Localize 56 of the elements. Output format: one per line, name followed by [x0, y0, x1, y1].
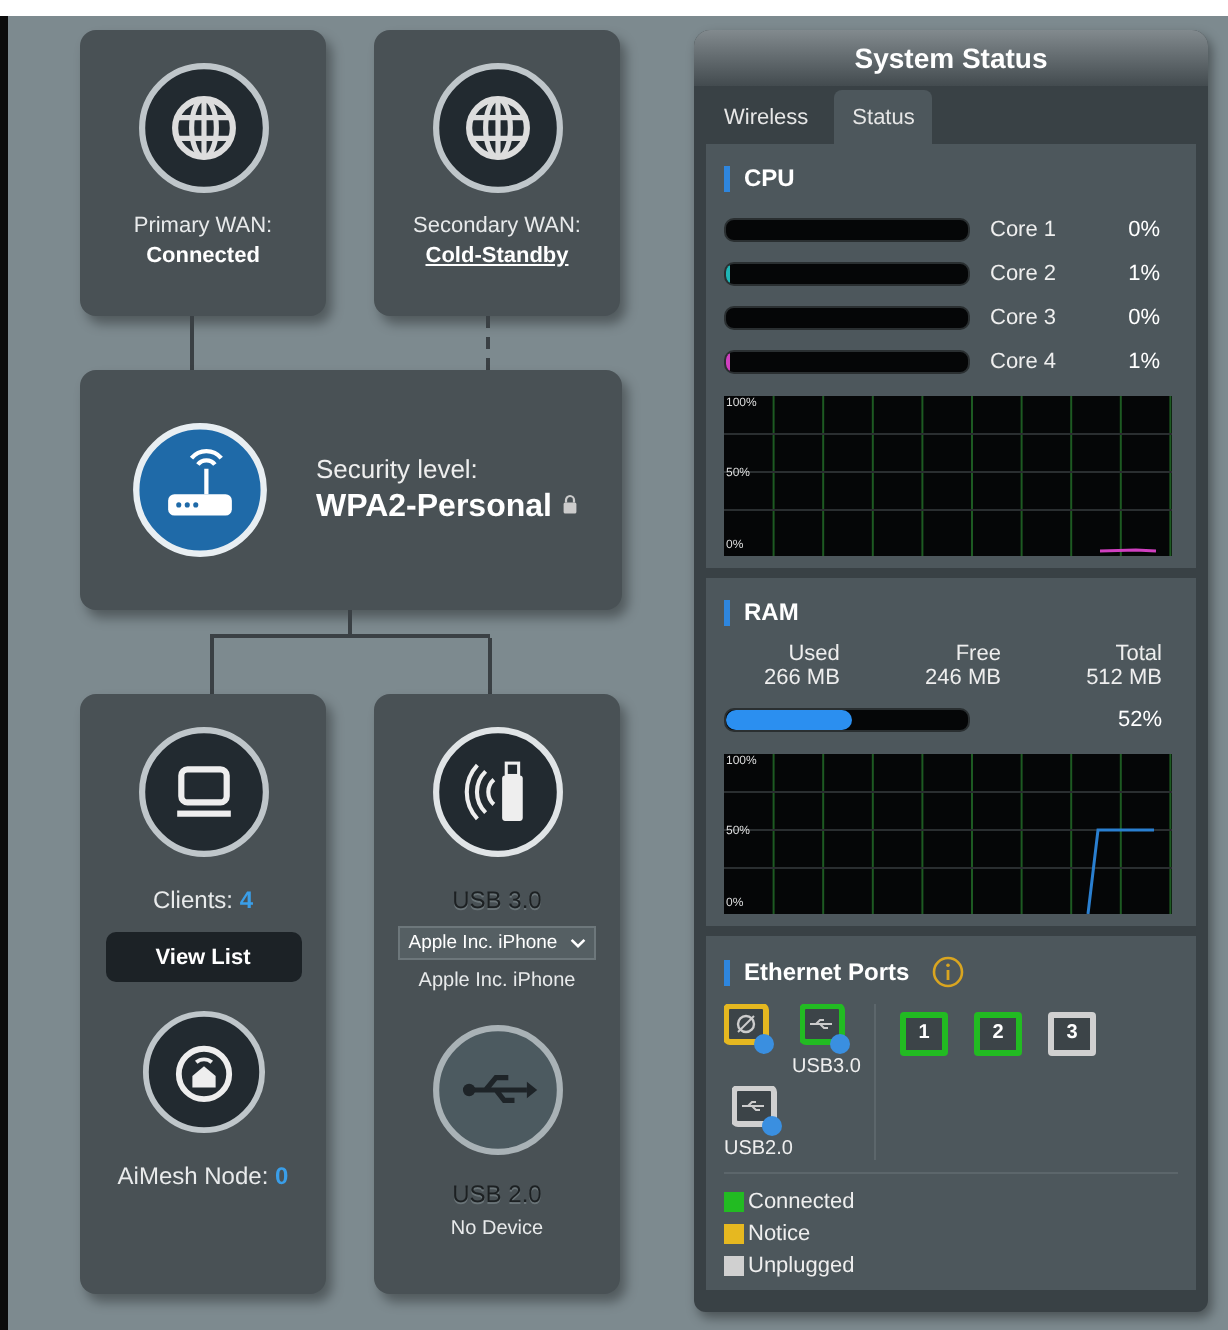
view-list-button[interactable]: View List	[105, 932, 301, 982]
ram-reading: 52%	[1117, 708, 1162, 732]
wan-card[interactable]: Primary WAN: Connected	[80, 30, 326, 316]
wan-label: Secondary WAN:	[413, 214, 581, 238]
chevron-icon	[569, 938, 586, 948]
port-label: USB2.0	[724, 1138, 793, 1160]
info-icon[interactable]	[931, 956, 964, 988]
lock-icon	[561, 494, 578, 514]
panel-tab[interactable]: Wireless	[706, 90, 827, 144]
core-name: Core 4	[990, 350, 1059, 374]
wan-label: Primary WAN:	[133, 214, 273, 238]
core-reading: 1%	[1126, 350, 1160, 374]
lan-port[interactable]: 1	[900, 1012, 948, 1056]
ram-stat-value: 246 MB	[925, 666, 1001, 690]
device-dropdown[interactable]: Apple Inc. iPhone	[398, 926, 596, 960]
aimesh-icon[interactable]	[141, 1010, 265, 1134]
port-label: USB3.0	[792, 1056, 861, 1078]
usb-port-icon[interactable]	[732, 1086, 785, 1138]
ram-stat-label: Used	[788, 642, 840, 666]
globe-icon	[137, 62, 269, 194]
core-reading: 0%	[1126, 218, 1160, 242]
wan-status-link[interactable]: Cold-Standby	[425, 244, 569, 268]
usb-drive-icon[interactable]	[431, 726, 563, 858]
ram-stat-label: Total	[1115, 642, 1162, 666]
core-name: Core 2	[990, 262, 1059, 286]
computer-icon[interactable]	[137, 726, 269, 858]
ram-stat-value: 266 MB	[764, 666, 840, 690]
router-icon	[132, 422, 268, 558]
usb-device-name: No Device	[450, 1218, 544, 1240]
ram-stat-value: 512 MB	[1086, 666, 1162, 690]
ram-heading: RAM	[744, 598, 799, 626]
router-card[interactable]: Security level: WPA2-Personal	[80, 370, 622, 610]
wan-port-icon[interactable]	[724, 1004, 776, 1056]
lan-port[interactable]: 3	[1048, 1012, 1096, 1056]
lan-port[interactable]: 2	[974, 1012, 1022, 1056]
panel-title: System Status	[694, 30, 1208, 86]
globe-icon	[431, 62, 563, 194]
security-label: Security level:	[316, 454, 480, 484]
clients-count: Clients: 4	[152, 886, 254, 914]
wan-status: Connected	[146, 244, 260, 268]
legend-label: Notice	[748, 1222, 811, 1246]
core-name: Core 3	[990, 306, 1059, 330]
aimesh-node-count: AiMesh Node: 0	[117, 1162, 289, 1190]
cpu-heading: CPU	[744, 164, 795, 192]
panel-tab[interactable]: Status	[834, 90, 933, 144]
core-reading: 0%	[1126, 306, 1160, 330]
usb-port-icon[interactable]	[800, 1004, 853, 1056]
core-reading: 1%	[1126, 262, 1160, 286]
ethernet-heading: Ethernet Ports	[744, 958, 910, 986]
legend-label: Connected	[748, 1190, 855, 1214]
legend-label: Unplugged	[748, 1254, 855, 1278]
core-name: Core 1	[990, 218, 1059, 242]
wan-card[interactable]: Secondary WAN: Cold-Standby	[374, 30, 620, 316]
security-value: WPA2-Personal	[316, 490, 552, 526]
usb-device-name: Apple Inc. iPhone	[418, 970, 576, 992]
ram-stat-label: Free	[955, 642, 1001, 666]
